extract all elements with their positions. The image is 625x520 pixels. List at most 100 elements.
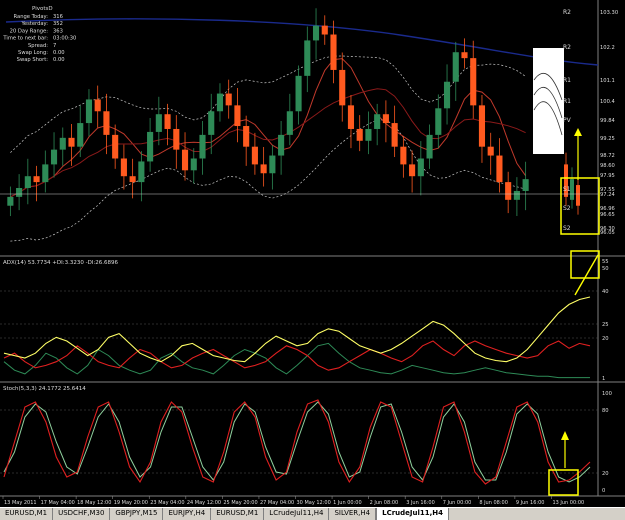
adx-trend-arrow xyxy=(574,254,599,296)
candle-body xyxy=(112,134,119,159)
symbol-tab[interactable]: SILVER,H4 xyxy=(329,508,377,520)
stochastic-panel[interactable]: Stoch(5,3,3) 24.1772 25.6414 100 80 20 0 xyxy=(0,386,612,496)
candle-body xyxy=(391,123,398,147)
pivot-level-label: PV xyxy=(563,117,572,124)
candle-body xyxy=(173,128,180,150)
candle-body xyxy=(190,158,197,171)
symbol-tab[interactable]: EURJPY,H4 xyxy=(163,508,212,520)
time-label: 19 May 20:00 xyxy=(114,500,148,506)
stoch-title: Stoch(5,3,3) 24.1772 25.6414 xyxy=(3,386,86,392)
time-label: 24 May 12:00 xyxy=(187,500,221,506)
stoch-highlight-rect xyxy=(548,469,579,496)
stoch-scale-label: 20 xyxy=(602,471,609,477)
pivot-level-label: R1 xyxy=(563,98,571,105)
stoch-up-arrow-icon xyxy=(561,431,569,440)
info-label: Swap Short: xyxy=(17,57,49,63)
price-tick-label: 99.25 xyxy=(600,136,615,142)
pivot-level-label: R2 xyxy=(563,9,571,16)
price-tick-label: 96.65 xyxy=(600,212,615,218)
candle-body xyxy=(120,158,127,177)
candle-body xyxy=(339,69,346,106)
symbol-tab[interactable]: LCrudeJul11,H4 xyxy=(264,508,330,520)
trading-chart[interactable]: PivotsD Range Today: 316 Yesterday: 352 20 D… xyxy=(0,0,625,519)
candle-body xyxy=(295,75,302,112)
time-label: 8 Jun 08:00 xyxy=(479,500,508,506)
info-label: Spread: xyxy=(28,43,48,49)
candle-body xyxy=(365,128,372,141)
candle-body xyxy=(269,155,276,174)
pivots-info-panel: PivotsD Range Today: 316 Yesterday: 352 20 D… xyxy=(2,6,76,63)
adx-scale-label: 20 xyxy=(602,336,609,342)
candle-body xyxy=(478,105,486,147)
candle-body xyxy=(7,196,14,206)
candle-body xyxy=(251,146,258,165)
up-arrow-icon xyxy=(574,128,582,136)
info-value: 352 xyxy=(53,21,63,27)
candle-body xyxy=(496,155,503,183)
info-label: Time to next bar: xyxy=(2,36,48,42)
candle-body xyxy=(522,179,529,191)
adx-scale-label: 40 xyxy=(602,289,609,295)
candle-body xyxy=(304,40,311,76)
time-label: 9 Jun 16:00 xyxy=(516,500,545,506)
adx-panel[interactable]: ADX(14) 53.7734 +DI:3.3230 -DI:26.6896 5… xyxy=(0,250,609,382)
candle-body xyxy=(243,126,250,147)
candle-body xyxy=(470,58,477,106)
info-label: Range Today: xyxy=(14,14,49,20)
candle-body xyxy=(33,176,40,183)
symbol-tab[interactable]: GBPJPY,M15 xyxy=(110,508,164,520)
price-panel[interactable] xyxy=(0,8,600,242)
candle-body xyxy=(382,114,389,124)
adx-scale-label: 1 xyxy=(602,376,605,382)
stoch-grid: 100 80 20 0 xyxy=(0,391,612,494)
ma-fast-line xyxy=(10,58,527,198)
price-tick-label: 101.1 xyxy=(600,78,615,84)
pivot-highlight-box xyxy=(533,48,564,154)
symbol-tab-bar[interactable]: EURUSD,M1 USDCHF,M30 GBPJPY,M15 EURJPY,H4 EU… xyxy=(0,507,625,520)
pivot-level-label: S1 xyxy=(563,186,571,193)
candle-body xyxy=(234,105,241,127)
time-label: 3 Jun 16:00 xyxy=(406,500,435,506)
time-label: 13 Jun 00:00 xyxy=(552,500,584,506)
candle-body xyxy=(24,176,31,189)
adx-lines xyxy=(3,296,591,379)
info-value: 316 xyxy=(53,14,63,20)
candle-body xyxy=(216,93,224,112)
stoch-scale-label: 100 xyxy=(602,391,612,397)
stoch-lines xyxy=(3,399,591,485)
candle-body xyxy=(321,25,328,35)
price-tick-label: 99.84 xyxy=(600,118,616,124)
symbol-tab[interactable]: LCrudeJul11,H4 xyxy=(376,508,450,520)
candle-body xyxy=(374,114,381,129)
adx-scale-label: 55 xyxy=(602,259,609,265)
candle-body xyxy=(330,34,337,70)
symbol-tab[interactable]: USDCHF,M30 xyxy=(53,508,111,520)
time-label: 18 May 12:00 xyxy=(77,500,111,506)
stoch-scale-label: 0 xyxy=(602,488,605,494)
info-label: Yesterday: xyxy=(20,21,48,27)
price-tick-label: 98.60 xyxy=(600,163,615,169)
candle-body xyxy=(347,105,355,129)
candle-body xyxy=(513,190,520,200)
candle-body xyxy=(443,81,451,109)
pivot-level-label: R2 xyxy=(563,44,571,51)
candle-body xyxy=(417,158,424,177)
time-label: 17 May 04:00 xyxy=(41,500,75,506)
stoch-scale-label: 80 xyxy=(602,408,609,414)
info-title: PivotsD xyxy=(32,6,53,12)
candle-body xyxy=(452,52,459,82)
candle-body xyxy=(155,114,162,132)
adx-grid: 5550 40 25 20 1 xyxy=(0,259,609,382)
candle-body xyxy=(426,134,433,159)
candle-body xyxy=(181,149,189,171)
stoch-signal-line xyxy=(3,401,591,483)
ma-long-line xyxy=(5,18,599,66)
candle-body xyxy=(278,134,285,156)
candle-body xyxy=(435,108,442,135)
candle-body xyxy=(356,128,363,141)
symbol-tab[interactable]: EURUSD,M1 xyxy=(211,508,265,520)
adx-scale-label: 50 xyxy=(602,266,609,272)
price-tick-label: 96.05 xyxy=(600,230,615,236)
info-label: 20 Day Range: xyxy=(10,28,49,34)
symbol-tab[interactable]: EURUSD,M1 xyxy=(0,508,54,520)
